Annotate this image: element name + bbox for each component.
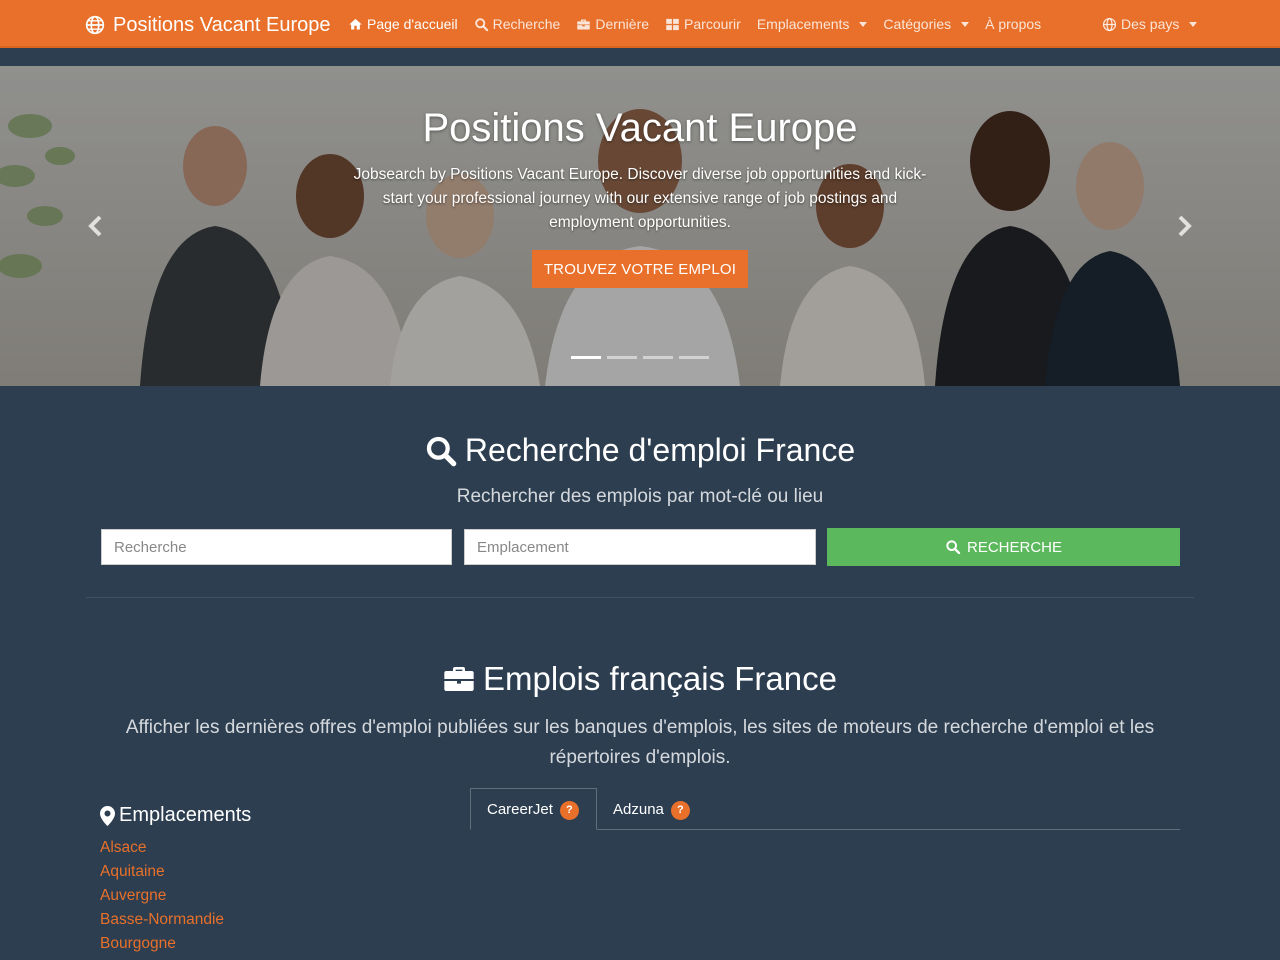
hero-text: Jobsearch by Positions Vacant Europe. Di… [353, 166, 927, 231]
brand-link[interactable]: Positions Vacant Europe [85, 12, 331, 38]
globe-icon [1102, 17, 1117, 31]
tab-adzuna[interactable]: Adzuna ? [597, 788, 706, 830]
countries-dropdown[interactable]: Des pays [1094, 0, 1205, 48]
chevron-down-icon [859, 21, 868, 27]
brand-title: Positions Vacant Europe [113, 13, 331, 36]
nav-item-browse[interactable]: Parcourir [657, 0, 749, 48]
carousel-prev-button[interactable] [86, 214, 106, 238]
chevron-down-icon [961, 21, 970, 27]
nav-item-label: Dernière [595, 16, 650, 32]
section-divider [86, 597, 1194, 598]
keyword-search-input[interactable] [101, 529, 452, 565]
nav-item-latest[interactable]: Dernière [568, 0, 657, 48]
navbar: Positions Vacant Europe Page d'accueil R… [0, 0, 1280, 48]
nav-item-label: Recherche [492, 16, 561, 32]
search-section-title: Recherche d'emploi France [0, 432, 1280, 469]
grid-icon [666, 18, 679, 30]
nav-item-label: Parcourir [684, 16, 741, 32]
tab-label: Adzuna [613, 800, 664, 818]
chevron-left-icon [88, 215, 102, 237]
carousel-indicator[interactable] [679, 356, 709, 359]
countries-label: Des pays [1121, 16, 1180, 32]
carousel-indicator[interactable] [607, 356, 637, 359]
globe-icon [85, 15, 105, 35]
jobs-title-text: Emplois français France [483, 660, 837, 697]
search-subtitle: Rechercher des emplois par mot-clé ou li… [456, 486, 824, 507]
locations-heading-text: Emplacements [119, 804, 252, 826]
locations-heading: Emplacements [100, 804, 251, 827]
nav-item-label: Catégories [883, 16, 952, 32]
chevron-down-icon [1189, 21, 1198, 27]
chevron-right-icon [1178, 215, 1192, 237]
nav-item-label: À propos [985, 16, 1042, 32]
search-title-text: Recherche d'emploi France [464, 432, 856, 468]
nav-item-search[interactable]: Recherche [466, 0, 569, 48]
hero-title: Positions Vacant Europe [422, 106, 858, 150]
locations-list: Alsace Aquitaine Auvergne Basse-Normandi… [100, 836, 224, 956]
search-button[interactable]: RECHERCHE [827, 528, 1180, 566]
hero-carousel: Positions Vacant Europe Jobsearch by Pos… [0, 66, 1280, 386]
carousel-indicators [571, 356, 709, 359]
nav-item-label: Page d'accueil [367, 16, 458, 32]
location-link-basse-normandie[interactable]: Basse-Normandie [100, 908, 224, 932]
nav-item-categories[interactable]: Catégories [875, 0, 977, 48]
carousel-indicator[interactable] [571, 356, 601, 359]
nav-item-label: Emplacements [756, 16, 850, 32]
map-marker-icon [100, 805, 115, 826]
search-icon [474, 17, 488, 31]
jobs-section-title: Emplois français France [0, 660, 1280, 698]
briefcase-icon [577, 19, 591, 29]
carousel-next-button[interactable] [1174, 214, 1194, 238]
tab-careerjet[interactable]: CareerJet ? [470, 788, 597, 830]
search-button-label: RECHERCHE [966, 538, 1062, 556]
search-icon [946, 540, 961, 555]
location-link-bourgogne[interactable]: Bourgogne [100, 932, 224, 956]
find-job-button[interactable]: TROUVEZ VOTRE EMPLOI [532, 250, 748, 288]
location-search-input[interactable] [464, 529, 816, 565]
nav-right: Des pays [1094, 0, 1205, 48]
nav-item-home[interactable]: Page d'accueil [340, 0, 466, 48]
nav-item-about[interactable]: À propos [977, 0, 1049, 48]
search-icon [426, 436, 457, 466]
nav-item-locations[interactable]: Emplacements [749, 0, 876, 48]
briefcase-icon [444, 667, 474, 691]
location-link-aquitaine[interactable]: Aquitaine [100, 860, 224, 884]
help-badge[interactable]: ? [559, 800, 579, 820]
source-tabs: CareerJet ? Adzuna ? [470, 788, 1180, 830]
location-link-alsace[interactable]: Alsace [100, 836, 224, 860]
nav-menu: Page d'accueil Recherche Dernière Parcou… [340, 0, 1049, 48]
location-link-auvergne[interactable]: Auvergne [100, 884, 224, 908]
jobs-description: Afficher les dernières offres d'emploi p… [125, 717, 1155, 768]
help-badge[interactable]: ? [670, 800, 690, 820]
home-icon [349, 18, 362, 29]
carousel-indicator[interactable] [643, 356, 673, 359]
tab-label: CareerJet [487, 800, 553, 818]
